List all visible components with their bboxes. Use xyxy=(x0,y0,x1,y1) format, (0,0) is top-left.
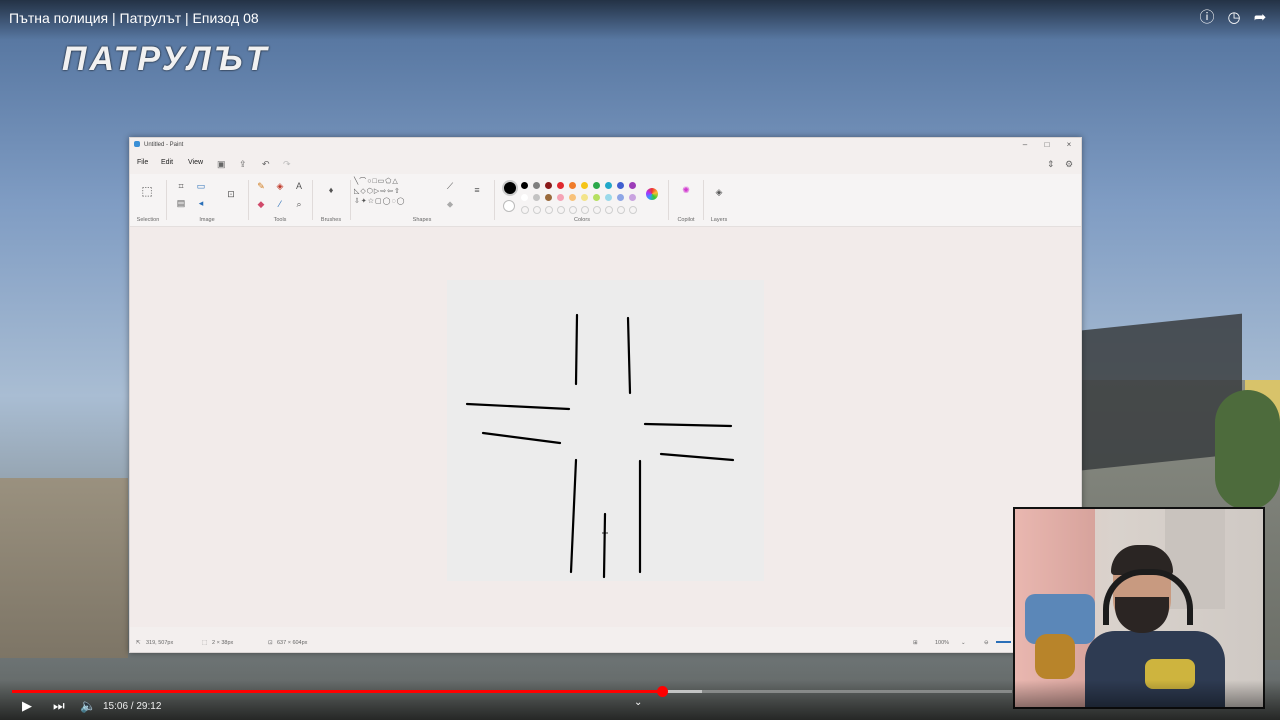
paint-window: Untitled - Paint – □ × File Edit View ▣ … xyxy=(129,137,1082,653)
stroke-road-top-right xyxy=(626,316,632,395)
undo-icon[interactable]: ↶ xyxy=(262,159,270,170)
text-icon[interactable]: A xyxy=(293,180,305,192)
drawing-strokes xyxy=(465,313,735,579)
selection-icon[interactable]: ⬚ xyxy=(141,185,153,197)
canvas-size: 637 × 604px xyxy=(277,640,308,646)
group-layers: ◈ Layers xyxy=(706,177,732,225)
fit-to-window-icon[interactable]: ⊞ xyxy=(913,640,918,646)
pencil-icon[interactable]: ✎ xyxy=(255,180,267,192)
progress-played xyxy=(12,690,662,693)
resize-icon[interactable]: ▭ xyxy=(195,180,207,192)
webcam-overlay xyxy=(1013,507,1265,709)
group-shapes: Shapes xyxy=(352,177,492,225)
chevron-down-icon[interactable]: ⌄ xyxy=(634,697,642,708)
group-colors-label: Colors xyxy=(574,217,590,223)
progress-bar[interactable] xyxy=(12,690,1012,693)
progress-scrubber[interactable] xyxy=(657,686,668,697)
layers-icon[interactable]: ◈ xyxy=(713,186,725,198)
stroke-road-right-top xyxy=(643,422,733,428)
settings-icon[interactable]: ⚙ xyxy=(1065,159,1073,170)
share-icon[interactable]: ➦ xyxy=(1252,10,1268,26)
stroke-road-bottom-left xyxy=(569,458,578,574)
canvas-size-icon: ⊡ xyxy=(268,640,273,646)
image-select-icon[interactable]: ▤ xyxy=(175,197,187,209)
fill-icon[interactable]: ◈ xyxy=(274,180,286,192)
menu-edit[interactable]: Edit xyxy=(161,159,173,166)
minimize-icon[interactable]: – xyxy=(1018,140,1032,149)
paint-app-icon xyxy=(134,141,140,147)
drawing-canvas[interactable] xyxy=(447,280,764,581)
group-image: ⌗ ▭ ▤ ◂ ⊡ Image xyxy=(170,177,244,225)
selection-size-icon: ⬚ xyxy=(202,640,208,646)
menu-file[interactable]: File xyxy=(137,159,148,166)
group-copilot-label: Copilot xyxy=(677,217,695,223)
time-display: 15:06 / 29:12 xyxy=(103,701,162,712)
paint-window-title: Untitled - Paint xyxy=(144,142,184,148)
selection-size: 2 × 38px xyxy=(212,640,234,646)
brush-icon[interactable]: ♦ xyxy=(325,184,337,196)
zoom-dropdown-icon[interactable]: ⌄ xyxy=(961,640,966,646)
cursor-position: 319, 507px xyxy=(146,640,174,646)
ribbon-divider xyxy=(166,180,167,220)
paint-titlebar: Untitled - Paint – □ × xyxy=(130,138,1081,152)
magnifier-icon[interactable]: ⌕ xyxy=(293,198,305,210)
group-selection: ⬚ Selection xyxy=(133,177,163,225)
background-tree xyxy=(1215,390,1280,510)
group-brushes-label: Brushes xyxy=(320,217,342,223)
maximize-icon[interactable]: □ xyxy=(1040,140,1054,149)
show-logo: ПАТРУЛЪТ xyxy=(62,40,270,78)
group-tools-label: Tools xyxy=(273,217,287,223)
share-file-icon[interactable]: ⇪ xyxy=(239,159,247,170)
edit-colors-icon[interactable] xyxy=(646,188,658,200)
save-icon[interactable]: ▣ xyxy=(217,159,226,170)
stroke-lane-divider xyxy=(602,512,607,579)
copilot-icon[interactable]: ✺ xyxy=(680,184,692,196)
crop-icon[interactable]: ⌗ xyxy=(175,180,187,192)
expand-icon[interactable]: ⇕ xyxy=(1047,159,1055,170)
helmet-figurine xyxy=(1035,634,1075,679)
clock-icon[interactable]: ◷ xyxy=(1226,10,1242,26)
color-picker-icon[interactable]: ⁄ xyxy=(274,198,286,210)
close-icon[interactable]: × xyxy=(1062,140,1076,149)
group-colors: Colors xyxy=(496,177,668,225)
paint-statusbar: ⇱ 319, 507px ⬚ 2 × 38px ⊡ 637 × 604px ⊞ … xyxy=(130,636,1081,650)
zoom-slider[interactable] xyxy=(996,641,1011,643)
video-title[interactable]: Пътна полиция | Патрулът | Епизод 08 xyxy=(9,10,259,26)
ribbon-divider xyxy=(703,180,704,220)
stroke-road-left-bottom xyxy=(481,431,562,445)
group-image-label: Image xyxy=(199,217,215,223)
ribbon-divider xyxy=(668,180,669,220)
info-icon[interactable]: ⓘ xyxy=(1199,10,1215,26)
group-brushes: ♦ Brushes xyxy=(316,177,346,225)
ribbon-divider xyxy=(312,180,313,220)
ribbon-divider xyxy=(494,180,495,220)
background-building-left xyxy=(0,478,128,658)
crosshair-cursor-icon xyxy=(602,530,608,536)
next-icon[interactable]: ⏭ xyxy=(53,698,65,714)
stroke-road-left-top xyxy=(465,402,571,411)
ribbon-divider xyxy=(350,180,351,220)
ribbon-divider xyxy=(248,180,249,220)
remove-background-icon[interactable]: ⊡ xyxy=(225,188,237,200)
stroke-road-right-bottom xyxy=(659,452,735,462)
eraser-icon[interactable]: ◆ xyxy=(255,198,267,210)
stroke-road-top-left xyxy=(574,313,579,386)
rotate-icon[interactable]: ◂ xyxy=(195,197,207,209)
group-selection-label: Selection xyxy=(136,217,160,223)
play-icon[interactable]: ▶ xyxy=(22,698,32,714)
group-layers-label: Layers xyxy=(710,217,728,223)
paint-ribbon: ⬚ Selection ⌗ ▭ ▤ ◂ ⊡ Image ✎ ◈ A ◆ ⁄ ⌕ … xyxy=(130,174,1081,227)
zoom-out-icon[interactable]: ⊖ xyxy=(984,640,989,646)
volume-icon[interactable]: 🔈 xyxy=(80,698,96,714)
paint-menubar: File Edit View ▣ ⇪ ↶ ↷ ⇕ ⚙ xyxy=(130,156,1081,170)
zoom-level[interactable]: 100% xyxy=(935,640,949,646)
headphones-icon xyxy=(1103,569,1193,625)
group-shapes-label: Shapes xyxy=(412,217,432,223)
redo-icon[interactable]: ↷ xyxy=(283,159,291,170)
cursor-position-icon: ⇱ xyxy=(136,640,141,646)
group-tools: ✎ ◈ A ◆ ⁄ ⌕ Tools xyxy=(252,177,308,225)
menu-view[interactable]: View xyxy=(188,159,203,166)
group-copilot: ✺ Copilot xyxy=(672,177,700,225)
canvas-area xyxy=(130,227,1081,627)
